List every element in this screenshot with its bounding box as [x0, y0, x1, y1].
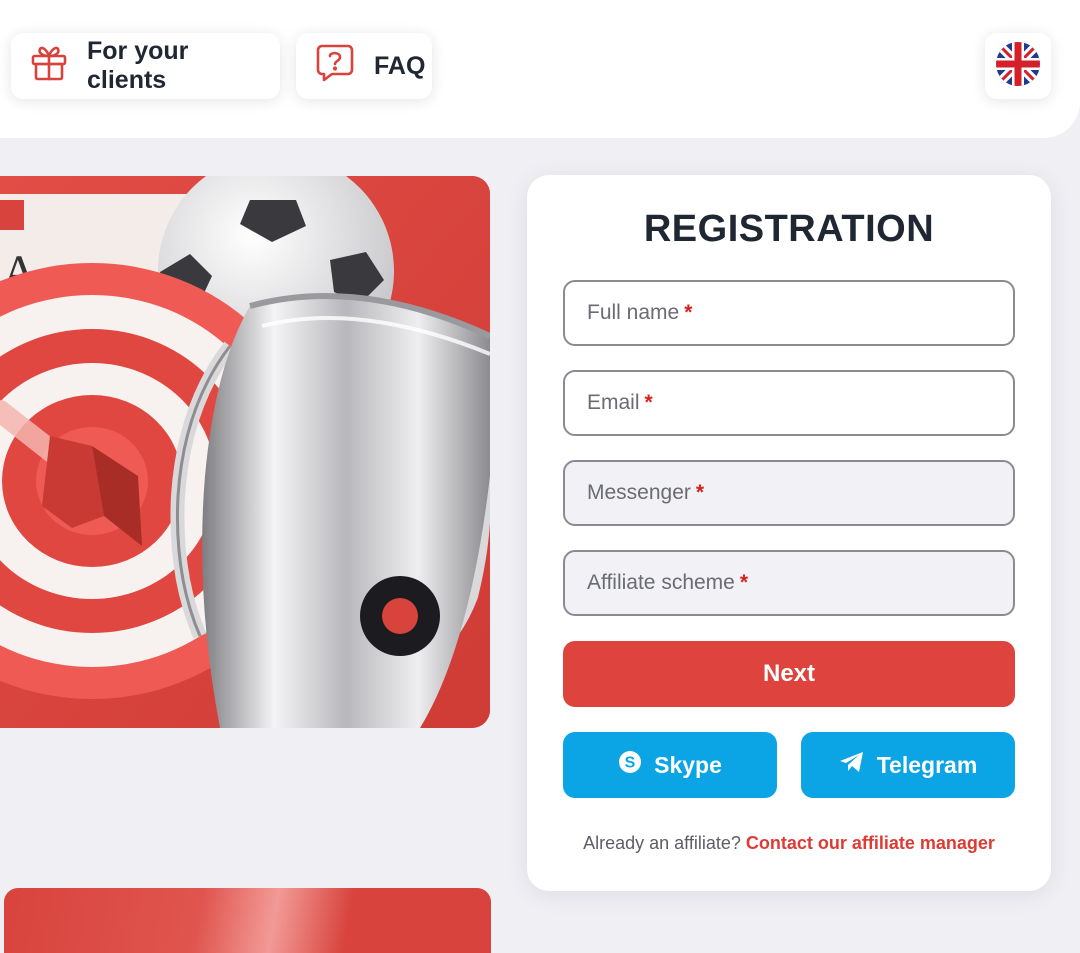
messenger-placeholder: Messenger [587, 481, 691, 504]
uk-flag-icon [996, 41, 1040, 91]
email-placeholder: Email [587, 391, 640, 414]
full-name-field[interactable]: Full name * [563, 280, 1015, 346]
footer-prefix: Already an affiliate? [583, 833, 741, 853]
affiliate-footer: Already an affiliate? Contact our affili… [527, 833, 1051, 854]
required-mark: * [695, 481, 705, 504]
svg-text:S: S [625, 755, 636, 772]
registration-title: REGISTRATION [643, 208, 935, 250]
telegram-icon [839, 750, 865, 780]
skype-button[interactable]: S Skype [563, 732, 777, 798]
top-header: For your clients FAQ [0, 0, 1080, 138]
required-mark: * [739, 571, 749, 594]
second-promo-image [4, 888, 491, 953]
registration-card: REGISTRATION Full name * Email * Messeng… [527, 175, 1051, 891]
hero-illustration: A [0, 176, 490, 728]
messenger-field[interactable]: Messenger * [563, 460, 1015, 526]
skype-icon: S [618, 750, 642, 780]
affiliate-scheme-placeholder: Affiliate scheme [587, 571, 735, 594]
nav-faq-label: FAQ [374, 51, 426, 80]
telegram-button-label: Telegram [876, 751, 978, 778]
nav-for-your-clients-label: For your clients [87, 37, 189, 94]
question-bubble-icon [314, 42, 356, 91]
affiliate-scheme-field[interactable]: Affiliate scheme * [563, 550, 1015, 616]
required-mark: * [684, 301, 693, 324]
gift-icon [29, 43, 69, 90]
language-selector-button[interactable] [985, 33, 1051, 99]
email-field[interactable]: Email * [563, 370, 1015, 436]
target-trophy-illustration: A [0, 176, 490, 728]
contact-affiliate-manager-link[interactable]: Contact our affiliate manager [746, 833, 995, 853]
required-mark: * [644, 391, 653, 414]
telegram-button[interactable]: Telegram [801, 732, 1015, 798]
next-button[interactable]: Next [563, 641, 1015, 707]
nav-faq-button[interactable]: FAQ [296, 33, 432, 99]
full-name-placeholder: Full name [587, 301, 680, 324]
skype-button-label: Skype [654, 751, 722, 778]
next-button-label: Next [762, 660, 816, 687]
nav-for-your-clients-button[interactable]: For your clients [11, 33, 280, 99]
